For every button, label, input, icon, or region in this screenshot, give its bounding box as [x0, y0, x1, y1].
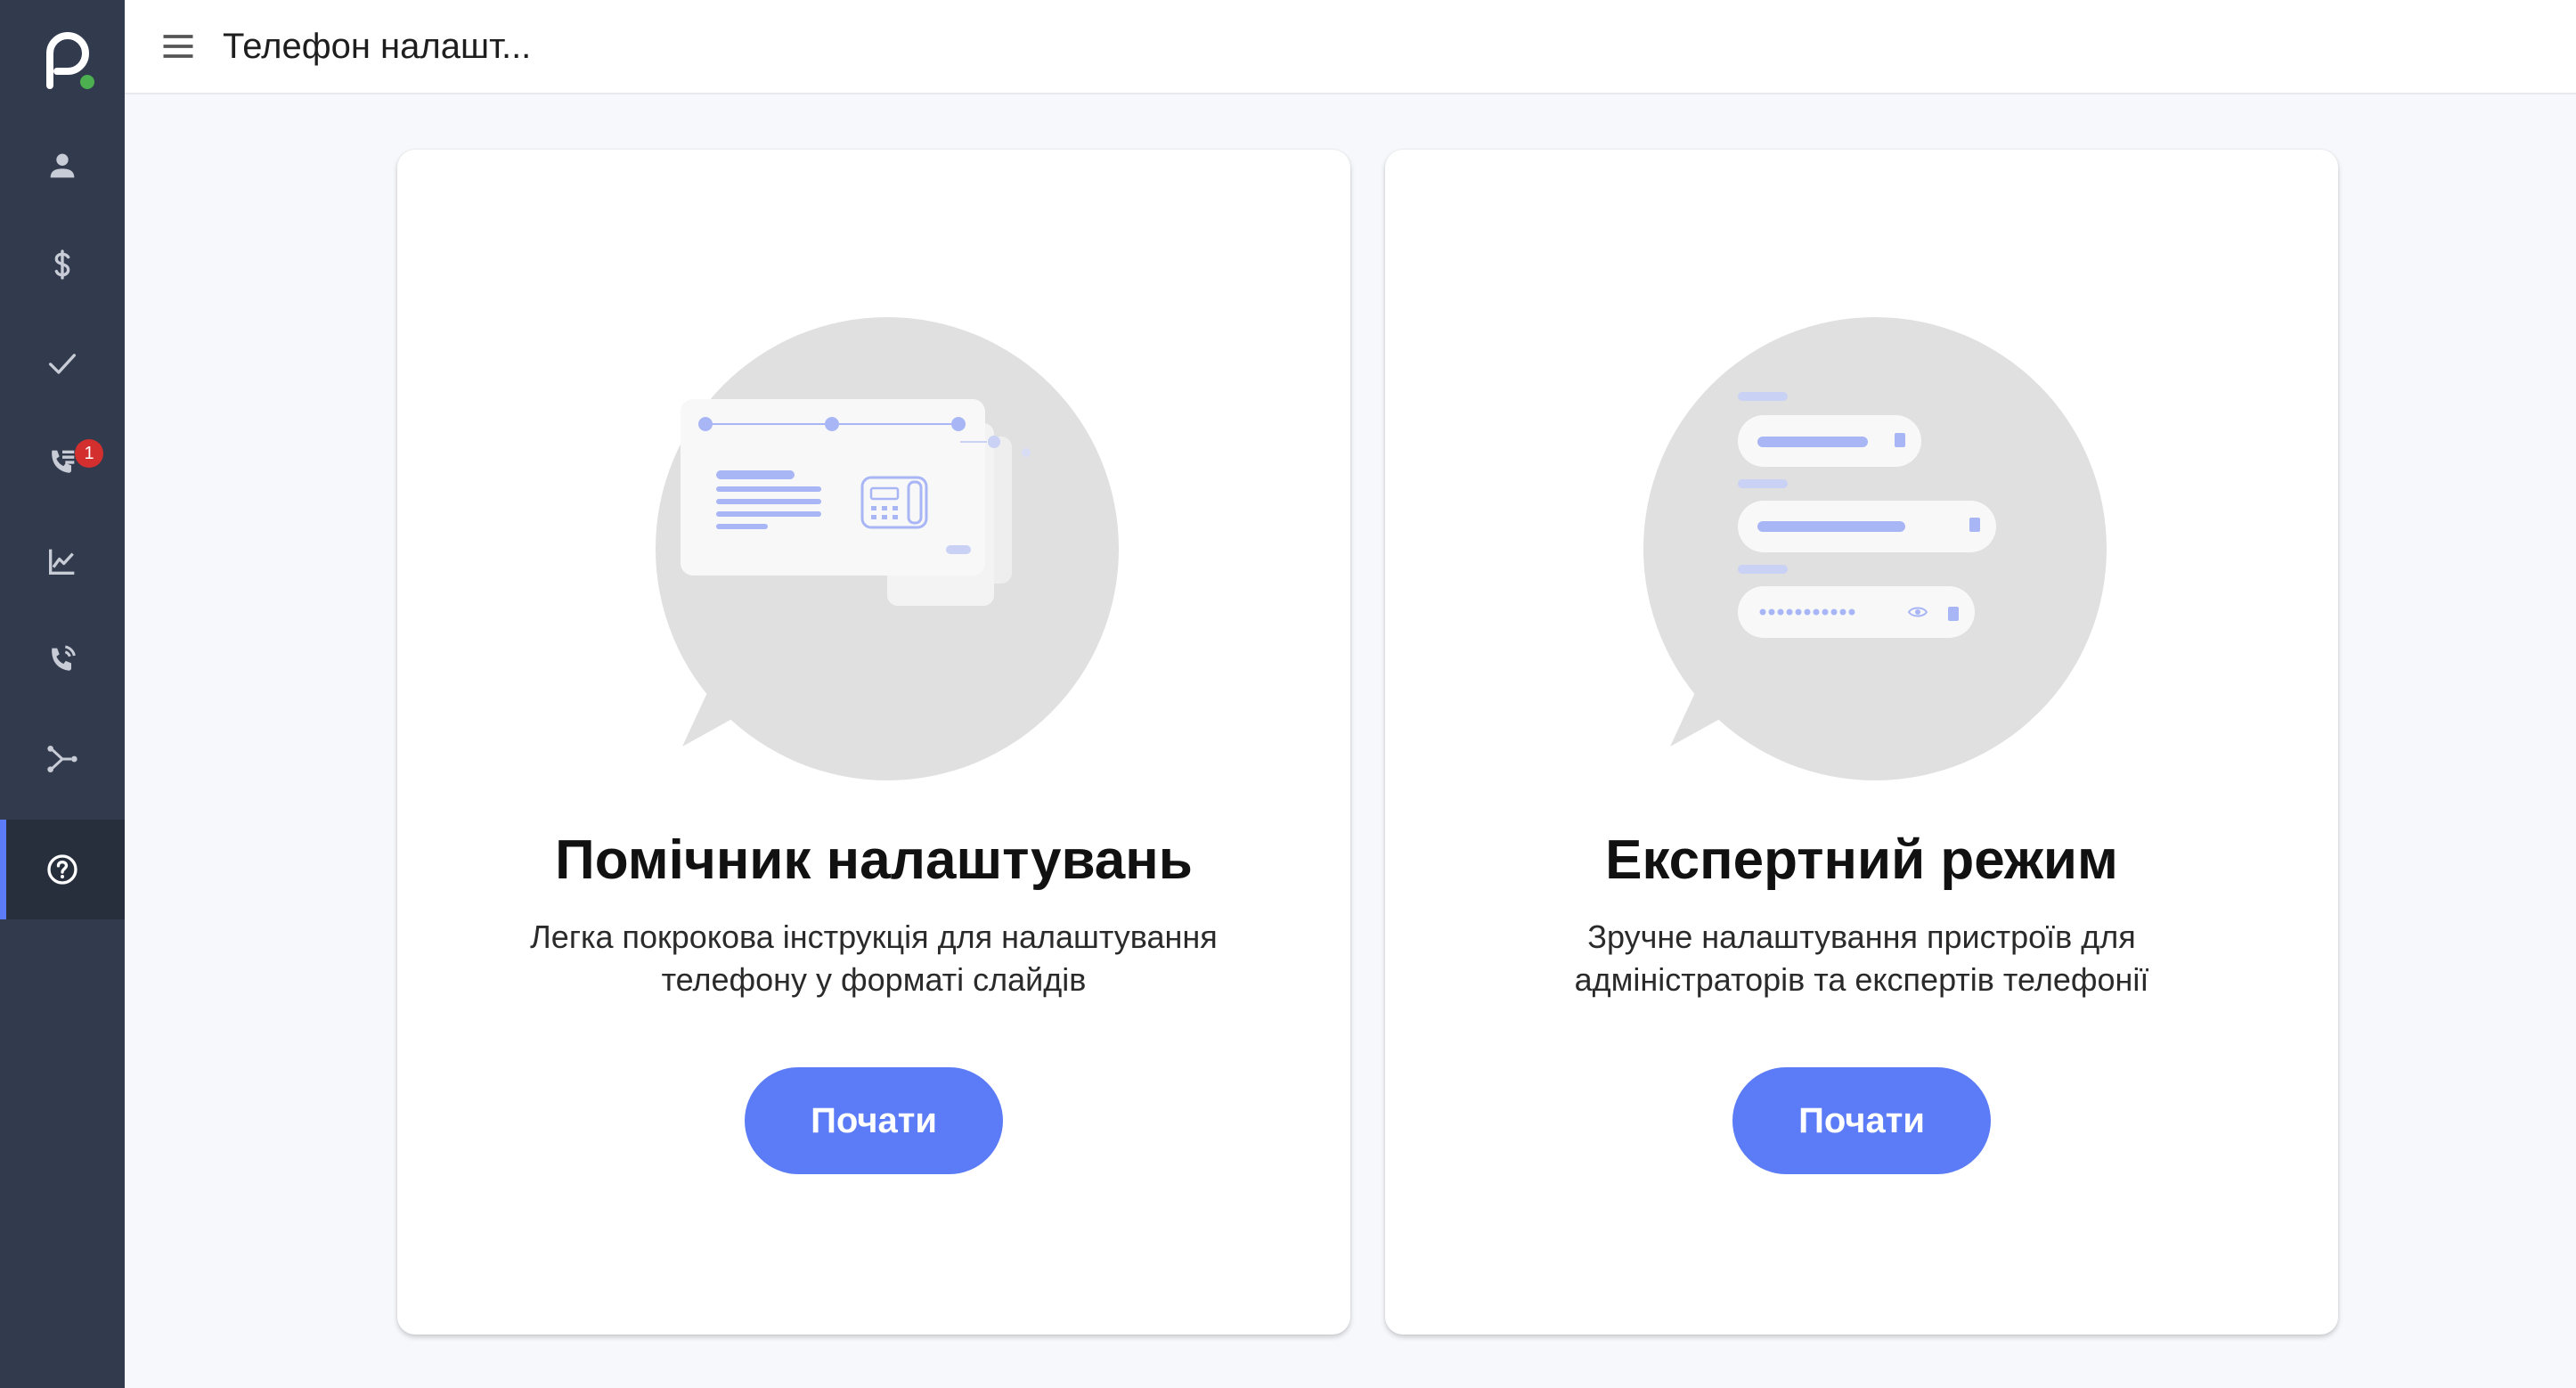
sidebar-item-tasks[interactable]	[0, 314, 125, 413]
expert-start-button[interactable]: Почати	[1732, 1067, 1991, 1174]
notification-badge: 1	[75, 439, 103, 468]
hamburger-menu-icon	[163, 35, 193, 58]
sidebar-item-help[interactable]	[0, 820, 125, 919]
page-title: Телефон налашт...	[223, 27, 532, 66]
dollar-icon	[54, 249, 70, 280]
logo-icon	[46, 32, 94, 89]
expert-illustration	[1643, 317, 2107, 780]
sidebar-item-calls[interactable]: 1	[0, 412, 125, 512]
sidebar-item-analytics[interactable]	[0, 511, 125, 611]
sidebar: 1	[0, 0, 125, 1388]
sidebar-item-contacts[interactable]	[0, 116, 125, 216]
top-bar: Телефон налашт...	[125, 0, 2576, 94]
wizard-card-description: Легка покрокова інструкція для налаштува…	[530, 919, 1218, 998]
chart-icon	[49, 549, 75, 575]
wizard-start-button[interactable]: Почати	[745, 1067, 1003, 1174]
app-logo[interactable]	[36, 27, 98, 98]
sidebar-item-routing[interactable]	[0, 709, 125, 809]
wizard-illustration	[656, 317, 1119, 780]
phone-callback-icon	[52, 645, 76, 671]
sidebar-item-billing[interactable]	[0, 215, 125, 314]
menu-button[interactable]	[159, 27, 198, 66]
status-dot	[80, 75, 94, 89]
wizard-card-title: Помічник налаштувань	[555, 829, 1193, 891]
help-icon	[47, 854, 77, 885]
expert-card-title: Експертний режим	[1605, 829, 2118, 891]
sidebar-item-callback[interactable]	[0, 610, 125, 710]
expert-card-description: Зручне налаштування пристроїв для адміні…	[1574, 919, 2149, 998]
checkmark-icon	[49, 354, 77, 374]
expert-card: Експертний режим Зручне налаштування при…	[1385, 150, 2338, 1335]
wizard-card: Помічник налаштувань Легка покрокова інс…	[397, 150, 1350, 1335]
routing-icon	[47, 746, 77, 772]
person-icon	[50, 153, 75, 178]
